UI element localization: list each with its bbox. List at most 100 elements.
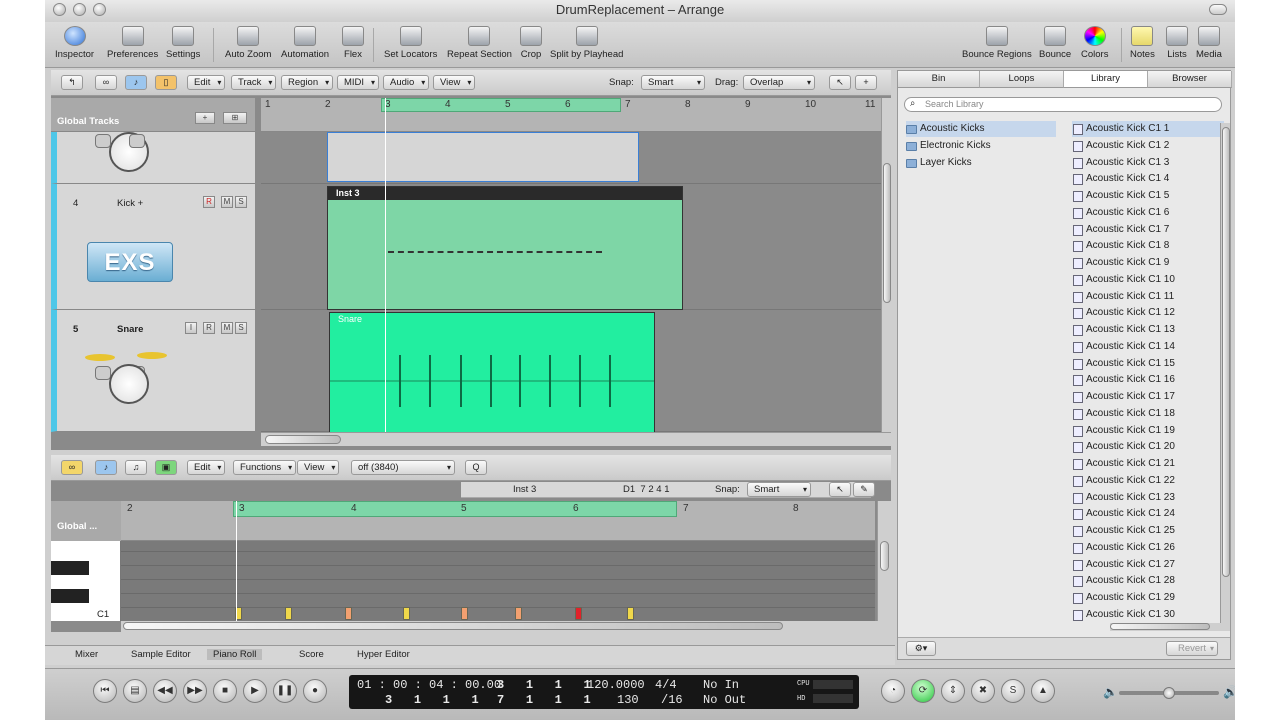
category-item[interactable]: Electronic Kicks: [906, 138, 1056, 154]
solo-button[interactable]: S: [235, 322, 247, 334]
arrange-horizontal-scrollbar[interactable]: [261, 432, 891, 446]
midi-out-button[interactable]: ♫: [125, 460, 147, 475]
patch-item[interactable]: Acoustic Kick C1 19: [1072, 423, 1224, 439]
patch-item[interactable]: Acoustic Kick C1 15: [1072, 356, 1224, 372]
tab-browser[interactable]: Browser: [1148, 71, 1232, 88]
patch-item[interactable]: Acoustic Kick C1 2: [1072, 138, 1224, 154]
category-item[interactable]: Layer Kicks: [906, 155, 1056, 171]
automation-button[interactable]: Automation: [281, 26, 329, 60]
colors-button[interactable]: Colors: [1081, 26, 1108, 60]
library-horizontal-scrollbar[interactable]: [1110, 623, 1230, 631]
tab-bin[interactable]: Bin: [898, 71, 980, 88]
library-search-input[interactable]: Search Library: [904, 97, 1222, 112]
cycle-icon[interactable]: ⟳: [911, 679, 935, 703]
snare-lane[interactable]: Snare: [261, 310, 881, 434]
stop-icon[interactable]: ■: [213, 679, 237, 703]
pr-vertical-scrollbar[interactable]: [877, 501, 891, 621]
pr-view-menu[interactable]: View: [297, 460, 340, 475]
inspector-button[interactable]: Inspector: [55, 26, 94, 60]
tab-piano-roll[interactable]: Piano Roll: [207, 649, 263, 660]
mute-button[interactable]: M: [221, 322, 233, 334]
division-display[interactable]: /16: [661, 693, 683, 707]
record-enable-button[interactable]: R: [203, 196, 215, 208]
link-button[interactable]: ∞: [95, 75, 117, 90]
repeat-section-button[interactable]: Repeat Section: [447, 26, 512, 60]
add-track-button[interactable]: +: [195, 112, 215, 124]
arrange-vertical-scrollbar[interactable]: [881, 98, 891, 432]
midi-region-inst-3[interactable]: Inst 3: [327, 186, 683, 310]
patch-item[interactable]: Acoustic Kick C1 11: [1072, 289, 1224, 305]
go-to-start-icon[interactable]: ⏮: [93, 679, 117, 703]
revert-button[interactable]: Revert: [1166, 641, 1218, 656]
bounce-regions-button[interactable]: Bounce Regions: [962, 26, 1032, 60]
toolbar-toggle-button[interactable]: [1209, 4, 1227, 15]
arrange-edit-menu[interactable]: Edit: [187, 75, 226, 90]
patch-item[interactable]: Acoustic Kick C1 23: [1072, 490, 1224, 506]
tab-score[interactable]: Score: [293, 649, 330, 660]
pencil-tool-button[interactable]: +: [855, 75, 877, 90]
arrange-audio-menu[interactable]: Audio: [383, 75, 430, 90]
kick-lane[interactable]: Inst 3: [261, 184, 881, 310]
patch-item[interactable]: Acoustic Kick C1 18: [1072, 406, 1224, 422]
tab-hyper-editor[interactable]: Hyper Editor: [351, 649, 416, 660]
mute-button[interactable]: M: [221, 196, 233, 208]
flex-button[interactable]: Flex: [342, 26, 364, 60]
zoom-window-button[interactable]: [93, 3, 106, 16]
close-window-button[interactable]: [53, 3, 66, 16]
tab-loops[interactable]: Loops: [980, 71, 1064, 88]
solo-icon[interactable]: S: [1001, 679, 1025, 703]
preferences-button[interactable]: Preferences: [107, 26, 158, 60]
set-locators-button[interactable]: Set Locators: [384, 26, 437, 60]
track-snare[interactable]: 5 Snare I R M S: [51, 310, 255, 432]
patch-item[interactable]: Acoustic Kick C1 29: [1072, 590, 1224, 606]
piano-keyboard[interactable]: C1: [51, 541, 121, 621]
audio-region-track-3[interactable]: [327, 132, 639, 182]
input-monitor-button[interactable]: I: [185, 322, 197, 334]
tab-sample-editor[interactable]: Sample Editor: [125, 649, 197, 660]
patch-item[interactable]: Acoustic Kick C1 30: [1072, 607, 1224, 623]
split-by-playhead-button[interactable]: Split by Playhead: [550, 26, 623, 60]
pr-horizontal-scrollbar[interactable]: [121, 621, 891, 632]
patch-item[interactable]: Acoustic Kick C1 4: [1072, 171, 1224, 187]
snap-select[interactable]: Smart: [641, 75, 705, 90]
minimize-window-button[interactable]: [73, 3, 86, 16]
tab-mixer[interactable]: Mixer: [69, 649, 104, 660]
auto-zoom-button[interactable]: Auto Zoom: [225, 26, 271, 60]
rewind-icon[interactable]: ◀◀: [153, 679, 177, 703]
tab-library[interactable]: Library: [1064, 71, 1148, 88]
category-item[interactable]: Acoustic Kicks: [906, 121, 1056, 137]
pr-ruler[interactable]: 2 3 4 5 6 7 8: [121, 501, 875, 541]
track-name[interactable]: Snare: [117, 324, 143, 335]
quantize-button[interactable]: Q: [465, 460, 487, 475]
catch-button[interactable]: ♪: [95, 460, 117, 475]
midi-button[interactable]: ▯: [155, 75, 177, 90]
catch-button[interactable]: ♪: [125, 75, 147, 90]
track-3[interactable]: [51, 132, 255, 184]
settings-button[interactable]: Settings: [166, 26, 200, 60]
arrange-back-button[interactable]: ↰: [61, 75, 83, 90]
replace-icon[interactable]: ✖: [971, 679, 995, 703]
track-name[interactable]: Kick +: [117, 198, 143, 209]
pr-pointer-tool[interactable]: ↖: [829, 482, 851, 497]
patch-item[interactable]: Acoustic Kick C1 20: [1072, 439, 1224, 455]
patch-item[interactable]: Acoustic Kick C1 9: [1072, 255, 1224, 271]
autopunch-icon[interactable]: ⇕: [941, 679, 965, 703]
midi-note[interactable]: [403, 607, 410, 620]
patch-item[interactable]: Acoustic Kick C1 21: [1072, 456, 1224, 472]
record-icon[interactable]: ●: [303, 679, 327, 703]
patch-item[interactable]: Acoustic Kick C1 7: [1072, 222, 1224, 238]
patch-item[interactable]: Acoustic Kick C1 16: [1072, 372, 1224, 388]
patch-item[interactable]: Acoustic Kick C1 22: [1072, 473, 1224, 489]
patch-item[interactable]: Acoustic Kick C1 17: [1072, 389, 1224, 405]
pr-pencil-tool[interactable]: ✎: [853, 482, 875, 497]
play-icon[interactable]: ▶: [243, 679, 267, 703]
track-kick[interactable]: 4 Kick + R M S EXS: [51, 184, 255, 310]
patch-item[interactable]: Acoustic Kick C1 10: [1072, 272, 1224, 288]
midi-note[interactable]: [285, 607, 292, 620]
action-gear-icon[interactable]: ⚙▾: [906, 641, 936, 656]
quantize-select[interactable]: off (3840): [351, 460, 455, 475]
bpm-display[interactable]: 130: [617, 693, 639, 707]
patch-item[interactable]: Acoustic Kick C1 28: [1072, 573, 1224, 589]
media-button[interactable]: Media: [1196, 26, 1222, 60]
metronome-icon[interactable]: ▲: [1031, 679, 1055, 703]
